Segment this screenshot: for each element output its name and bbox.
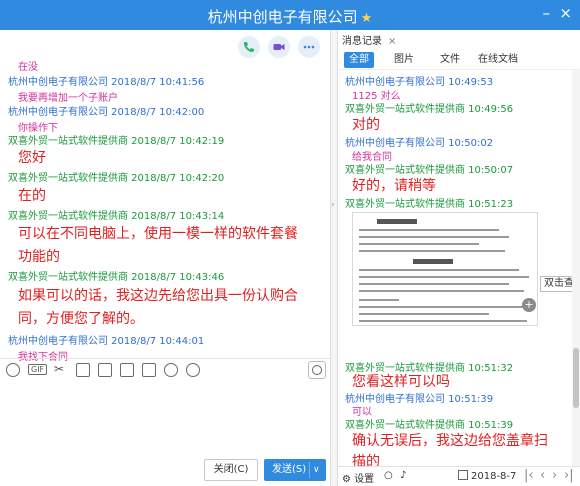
close-button[interactable]: 关闭(C) <box>204 459 258 481</box>
doc-line <box>359 299 399 301</box>
history-filter-tabs: 全部 图片 文件 在线文档 <box>338 50 580 70</box>
filter-docs[interactable]: 在线文档 <box>478 52 518 68</box>
input-toolbar: GIF ✂ <box>0 358 330 382</box>
history-tab[interactable]: 消息记录 × <box>342 32 396 47</box>
clock-icon <box>312 365 322 375</box>
message-header: 双喜外贸一站式软件提供商 2018/8/7 10:42:20 <box>8 173 225 184</box>
doc-line <box>359 306 531 308</box>
history-text: 描的 <box>352 454 380 466</box>
title-bar: 杭州中创电子有限公司 ★ – × <box>0 0 580 30</box>
send-label: 发送(S) <box>272 464 307 475</box>
panel-divider[interactable]: › <box>330 30 338 486</box>
zoom-in-icon[interactable]: + <box>522 298 536 312</box>
chevron-right-icon[interactable]: › <box>331 200 335 210</box>
history-text: 您看这样可以吗 <box>352 374 450 390</box>
history-toggle-button[interactable] <box>308 361 326 379</box>
doc-line <box>413 259 453 264</box>
history-header: 双喜外贸一站式软件提供商 10:50:07 <box>345 165 514 176</box>
message-text: 同，方便您了解的。 <box>18 311 144 327</box>
doc-line <box>359 313 489 315</box>
history-text: 确认无误后，我这边给您盖章扫 <box>352 433 548 449</box>
image-icon[interactable] <box>120 363 134 377</box>
message-list: 在没 杭州中创电子有限公司 2018/8/7 10:41:56 我要再增加一个子… <box>0 56 330 386</box>
message-header: 杭州中创电子有限公司 2018/8/7 10:41:56 <box>8 77 205 88</box>
date-label: 2018-8-7 <box>471 471 517 482</box>
settings-button[interactable]: ⚙ 设置 <box>342 470 374 485</box>
next-page-button[interactable]: › <box>552 468 557 483</box>
doc-line <box>359 243 479 245</box>
message-text: 我要再增加一个子账户 <box>18 93 118 104</box>
screen-share-icon[interactable] <box>142 363 156 377</box>
filter-images[interactable]: 图片 <box>394 52 414 68</box>
message-text: 功能的 <box>18 249 60 265</box>
chat-panel: 在没 杭州中创电子有限公司 2018/8/7 10:41:56 我要再增加一个子… <box>0 30 330 486</box>
calendar-icon <box>458 470 468 480</box>
doc-line <box>359 236 509 238</box>
date-picker[interactable]: 2018-8-7 <box>458 470 516 482</box>
contract-image[interactable] <box>352 212 538 326</box>
doc-line <box>359 320 527 322</box>
filter-all[interactable]: 全部 <box>344 52 374 68</box>
close-icon[interactable]: × <box>388 36 396 47</box>
message-input[interactable] <box>0 382 330 454</box>
history-header: 杭州中创电子有限公司 10:50:02 <box>345 138 494 149</box>
more-button[interactable] <box>298 36 320 58</box>
gear-icon: ⚙ <box>342 474 351 485</box>
minimize-button[interactable]: – <box>543 4 551 22</box>
history-footer: ⚙ 设置 ○ ♪ 2018-8-7 |‹ ‹ › ›| <box>338 466 580 486</box>
message-header: 双喜外贸一站式软件提供商 2018/8/7 10:43:14 <box>8 211 225 222</box>
history-header: 双喜外贸一站式软件提供商 10:51:23 <box>345 199 514 210</box>
close-window-button[interactable]: × <box>559 4 572 22</box>
search-icon[interactable]: ○ <box>384 470 393 481</box>
settings-label: 设置 <box>354 474 375 485</box>
doc-line <box>359 269 519 271</box>
doc-line <box>377 219 417 224</box>
video-icon <box>273 44 285 50</box>
history-panel: 消息记录 × 全部 图片 文件 在线文档 杭州中创电子有限公司 10:49:53 … <box>338 30 580 486</box>
message-header: 双喜外贸一站式软件提供商 2018/8/7 10:43:46 <box>8 272 225 283</box>
speaker-icon[interactable]: ♪ <box>400 470 406 481</box>
history-scrollbar[interactable] <box>572 70 580 466</box>
red-packet-icon[interactable] <box>164 363 178 377</box>
first-page-button[interactable]: |‹ <box>524 468 534 483</box>
send-separator <box>309 462 310 478</box>
message-text: 在没 <box>18 62 38 73</box>
message-text: 在的 <box>18 188 46 204</box>
message-text: 如果可以的话，我这边先给您出具一份认购合 <box>18 288 298 304</box>
more-icon <box>303 45 315 49</box>
message-header: 杭州中创电子有限公司 2018/8/7 10:42:00 <box>8 107 205 118</box>
star-icon[interactable]: ★ <box>361 11 373 26</box>
message-header: 杭州中创电子有限公司 2018/8/7 10:44:01 <box>8 336 205 347</box>
scissors-icon[interactable]: ✂ <box>54 363 68 377</box>
send-button[interactable]: 发送(S) ∨ <box>264 459 326 481</box>
send-options-icon[interactable]: ∨ <box>313 459 320 481</box>
last-page-button[interactable]: ›| <box>564 468 574 483</box>
voice-call-button[interactable] <box>238 36 260 58</box>
emoji-icon[interactable] <box>6 363 20 377</box>
history-text: 好的，请稍等 <box>352 178 436 194</box>
window-title: 杭州中创电子有限公司 ★ <box>207 8 373 26</box>
phone-icon <box>244 42 254 52</box>
message-header: 双喜外贸一站式软件提供商 2018/8/7 10:42:19 <box>8 136 225 147</box>
folder-icon[interactable] <box>98 363 112 377</box>
history-text: 对的 <box>352 117 380 133</box>
history-list: 杭州中创电子有限公司 10:49:53 1125 对么 双喜外贸一站式软件提供商… <box>338 70 572 466</box>
video-call-button[interactable] <box>268 36 290 58</box>
more-tools-icon[interactable] <box>186 363 200 377</box>
message-text: 您好 <box>18 150 46 166</box>
doc-line <box>359 276 529 278</box>
doc-line <box>359 290 524 292</box>
scroll-thumb[interactable] <box>573 348 579 408</box>
history-header: 双喜外贸一站式软件提供商 10:51:39 <box>345 420 514 431</box>
history-header: 杭州中创电子有限公司 10:49:53 <box>345 77 494 88</box>
doc-line <box>359 229 499 231</box>
history-header: 双喜外贸一站式软件提供商 10:49:56 <box>345 104 514 115</box>
doc-line <box>359 283 509 285</box>
prev-page-button[interactable]: ‹ <box>540 468 545 483</box>
file-icon[interactable] <box>76 363 90 377</box>
filter-files[interactable]: 文件 <box>440 52 460 68</box>
gif-icon[interactable]: GIF <box>28 364 48 375</box>
message-text: 可以在不同电脑上，使用一模一样的软件套餐 <box>18 226 298 242</box>
doc-line <box>359 250 505 252</box>
